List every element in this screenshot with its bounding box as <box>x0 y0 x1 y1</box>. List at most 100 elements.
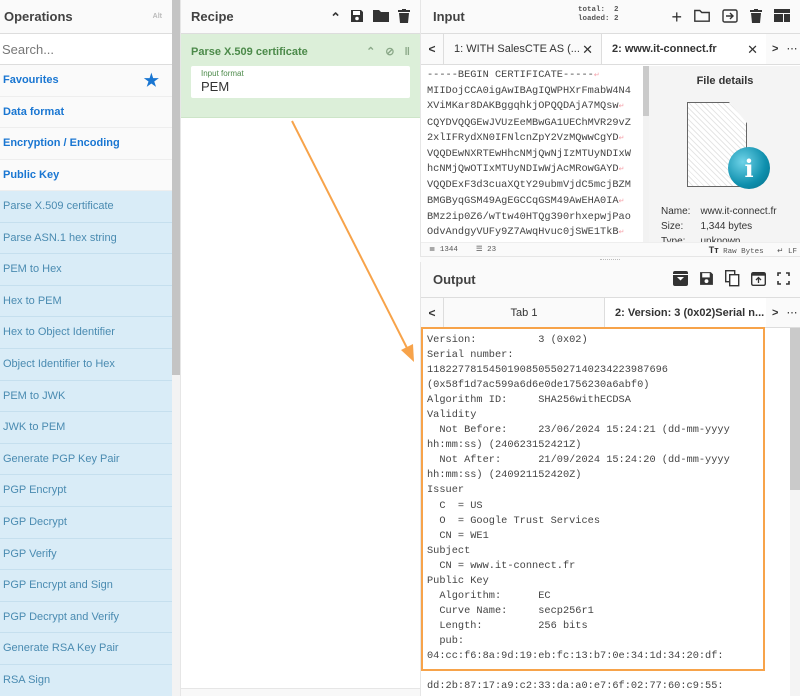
operation-item[interactable]: Generate PGP Key Pair <box>0 443 172 476</box>
category-encryption-encoding[interactable]: Encryption / Encoding <box>0 128 172 160</box>
output-text[interactable]: Version: 3 (0x02) Serial number: 118227781… <box>427 330 767 696</box>
operations-search[interactable] <box>0 34 172 65</box>
recipe-footer <box>181 688 421 696</box>
eol-selector[interactable]: LF <box>788 248 797 256</box>
operation-item[interactable]: Generate RSA Key Pair <box>0 633 172 665</box>
output-scrollbar[interactable] <box>790 328 800 696</box>
trash-icon[interactable] <box>750 8 762 26</box>
tab-scroll-left[interactable]: < <box>421 34 443 64</box>
collapse-icon[interactable]: ⌃ <box>366 42 375 62</box>
input-pane: Input total: 2 loaded: 2 + < 1: WITH Sal… <box>420 0 800 258</box>
output-line: Serial number: <box>427 349 514 362</box>
input-line: VQQDExF3d3cuaXQtY29ubmVjdC5mcjBZM <box>427 179 631 192</box>
operation-item[interactable]: Object Identifier to Hex <box>0 348 172 381</box>
input-counts: total: 2 loaded: 2 <box>578 6 619 23</box>
input-format-field[interactable]: Input format PEM <box>191 66 410 98</box>
pause-icon[interactable]: ‖ <box>405 42 410 62</box>
operations-pane: Operations Alt Favourites ★ Data format … <box>0 0 172 696</box>
category-public-key[interactable]: Public Key <box>0 159 172 191</box>
output-title: Output <box>421 262 800 298</box>
save-icon[interactable] <box>699 271 714 289</box>
input-tab-2[interactable]: 2: www.it-connect.fr ✕ <box>601 34 766 64</box>
fullscreen-icon[interactable] <box>777 272 790 288</box>
replace-input-icon[interactable] <box>750 271 767 289</box>
scrollbar-thumb[interactable] <box>790 328 800 490</box>
category-favourites[interactable]: Favourites ★ <box>0 65 172 97</box>
operation-item[interactable]: PGP Encrypt <box>0 475 172 507</box>
operation-item[interactable]: Parse ASN.1 hex string <box>0 222 172 255</box>
tab-scroll-left[interactable]: < <box>421 298 443 327</box>
output-tab-2[interactable]: 2: Version: 3 (0x02)Serial n... <box>604 298 766 327</box>
input-line: CQYDVQQGEwJVUzEeMBwGA1UEChMVR29vZ <box>427 116 631 129</box>
operation-item[interactable]: RSA Sign <box>0 664 172 696</box>
add-icon[interactable]: + <box>671 8 682 26</box>
length-icon: ≣ <box>429 246 436 254</box>
chevron-up-icon[interactable]: ⌃ <box>330 11 341 24</box>
input-line: BMz2ip0Z6/wTtw40HTQg390rhxepwjPao <box>427 210 631 223</box>
input-format-label: Input format <box>201 69 244 78</box>
operation-item[interactable]: PGP Decrypt and Verify <box>0 601 172 634</box>
operation-item[interactable]: PGP Decrypt <box>0 506 172 539</box>
output-line: O = Google Trust Services <box>427 514 601 527</box>
operations-title: Operations Alt <box>0 0 172 34</box>
save-icon[interactable] <box>350 9 364 26</box>
output-line: Not Before: 23/06/2024 15:24:21 (dd-mm-y… <box>427 424 730 437</box>
scrollbar-thumb[interactable] <box>172 0 180 375</box>
output-line: hh:mm:ss) (240921152420Z) <box>427 469 582 482</box>
recipe-operation-card[interactable]: Parse X.509 certificate ⌃ ⊘ ‖ Input form… <box>181 34 420 118</box>
output-line: 118227781545019085055027140234223987696 <box>427 364 668 377</box>
star-icon[interactable]: ★ <box>144 65 159 96</box>
open-folder-icon[interactable] <box>694 9 710 25</box>
operation-item[interactable]: JWK to PEM <box>0 412 172 444</box>
output-tab-1[interactable]: Tab 1 <box>443 298 604 327</box>
copy-icon[interactable] <box>724 269 740 290</box>
line-break-marker: ↵ <box>618 134 625 143</box>
trash-icon[interactable] <box>398 8 410 26</box>
operation-item[interactable]: PGP Verify <box>0 538 172 571</box>
output-line: Version: 3 (0x02) <box>427 334 588 346</box>
output-line: Subject <box>427 544 471 557</box>
output-line: pub: <box>427 634 465 647</box>
folder-icon[interactable] <box>373 9 389 25</box>
text-encoding-icon[interactable]: Tᴛ <box>709 245 719 255</box>
disable-icon[interactable]: ⊘ <box>385 42 394 62</box>
recipe-operation-name: Parse X.509 certificate <box>191 46 308 58</box>
output-line: Length: 256 bits <box>427 619 588 632</box>
input-line: BMGByqGSM49AgEGCCqGSM49AwEHA0IA↵ <box>427 194 625 207</box>
download-icon[interactable] <box>673 271 688 289</box>
operation-item[interactable]: PEM to Hex <box>0 254 172 286</box>
eol-icon[interactable]: ↵ <box>777 248 783 256</box>
output-line: CN = WE1 <box>427 529 489 542</box>
close-icon[interactable]: ✕ <box>582 34 593 64</box>
operations-scrollbar[interactable] <box>172 0 180 696</box>
input-line: XViMKar8DAKBggqhkjOPQQDAjA7MQsw↵ <box>427 100 625 113</box>
output-line: C = US <box>427 499 483 512</box>
input-title: Input total: 2 loaded: 2 + <box>421 0 800 34</box>
file-details-title: File details <box>696 75 754 87</box>
category-data-format[interactable]: Data format <box>0 96 172 128</box>
input-textarea[interactable]: -----BEGIN CERTIFICATE-----↵ MIIDojCCA0ig… <box>427 68 643 240</box>
operation-item[interactable]: Hex to Object Identifier <box>0 317 172 349</box>
input-line: hcNMjQwOTIxMTUyNDIwWjAcMRowGAYD↵ <box>427 163 625 176</box>
operation-item[interactable]: PGP Encrypt and Sign <box>0 570 172 602</box>
encoding-selector[interactable]: Raw Bytes <box>723 248 764 256</box>
layout-icon[interactable] <box>774 9 790 25</box>
output-line: Algorithm: EC <box>427 589 551 602</box>
tab-scroll-right[interactable]: > ⋯ <box>766 298 797 327</box>
input-line: -----BEGIN CERTIFICATE-----↵ <box>427 69 600 81</box>
tab-scroll-right[interactable]: > ⋯ <box>766 34 797 64</box>
output-tabs: < Tab 1 2: Version: 3 (0x02)Serial n... … <box>421 298 800 328</box>
line-break-marker: ↵ <box>618 103 625 112</box>
file-info-icon: i <box>685 97 770 197</box>
input-tabs: < 1: WITH SalesCTE AS (... ✕ 2: www.it-c… <box>421 34 800 65</box>
input-tab-1[interactable]: 1: WITH SalesCTE AS (... ✕ <box>443 34 601 64</box>
recipe-title: Recipe ⌃ <box>181 0 420 34</box>
open-file-icon[interactable] <box>722 8 738 26</box>
operation-item[interactable]: PEM to JWK <box>0 380 172 413</box>
close-icon[interactable]: ✕ <box>747 34 758 64</box>
operation-item[interactable]: Parse X.509 certificate <box>0 191 172 223</box>
input-format-value[interactable]: PEM <box>201 79 400 94</box>
file-type: unknown <box>700 236 741 242</box>
operation-item[interactable]: Hex to PEM <box>0 285 172 318</box>
search-input[interactable] <box>0 34 172 64</box>
